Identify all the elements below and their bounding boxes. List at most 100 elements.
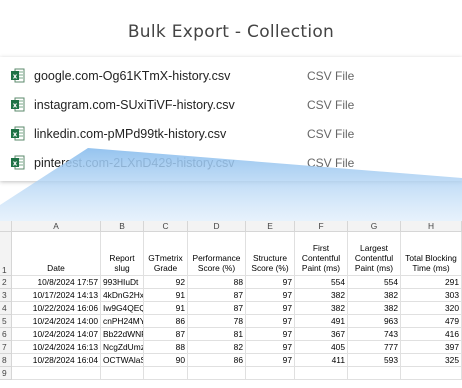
table-cell[interactable]: 382 bbox=[295, 302, 348, 315]
table-cell[interactable] bbox=[188, 367, 246, 380]
table-cell[interactable]: 10/24/2024 16:13 bbox=[12, 341, 101, 354]
table-cell[interactable]: 88 bbox=[188, 276, 246, 289]
column-header-g[interactable]: G bbox=[348, 221, 401, 232]
table-cell[interactable] bbox=[246, 367, 295, 380]
row-number[interactable]: 9 bbox=[0, 367, 12, 380]
row-number[interactable]: 5 bbox=[0, 315, 12, 328]
table-cell[interactable]: 397 bbox=[401, 341, 462, 354]
table-cell[interactable]: 97 bbox=[246, 328, 295, 341]
column-title[interactable]: First Contentful Paint (ms) bbox=[295, 232, 348, 276]
column-title[interactable]: Largest Contentful Paint (ms) bbox=[348, 232, 401, 276]
table-cell[interactable]: 10/24/2024 14:00 bbox=[12, 315, 101, 328]
excel-file-icon: x bbox=[11, 155, 25, 170]
row-number[interactable]: 2 bbox=[0, 276, 12, 289]
table-cell[interactable]: 10/8/2024 17:57 bbox=[12, 276, 101, 289]
table-cell[interactable]: 10/17/2024 14:13 bbox=[12, 289, 101, 302]
table-cell[interactable]: 382 bbox=[348, 289, 401, 302]
table-cell[interactable]: 97 bbox=[246, 276, 295, 289]
row-number[interactable]: 8 bbox=[0, 354, 12, 367]
column-title[interactable]: GTmetrix Grade bbox=[144, 232, 188, 276]
table-cell[interactable]: 81 bbox=[188, 328, 246, 341]
table-cell[interactable]: 382 bbox=[348, 302, 401, 315]
table-cell[interactable] bbox=[348, 367, 401, 380]
table-cell[interactable]: 963 bbox=[348, 315, 401, 328]
table-cell[interactable]: 97 bbox=[246, 354, 295, 367]
row-number[interactable]: 1 bbox=[0, 232, 12, 276]
table-cell[interactable]: 91 bbox=[144, 289, 188, 302]
table-cell[interactable]: 78 bbox=[188, 315, 246, 328]
column-header-a[interactable]: A bbox=[12, 221, 101, 232]
column-title[interactable]: Structure Score (%) bbox=[246, 232, 295, 276]
table-cell[interactable]: 87 bbox=[188, 302, 246, 315]
table-cell[interactable]: 10/24/2024 14:07 bbox=[12, 328, 101, 341]
row-number[interactable]: 7 bbox=[0, 341, 12, 354]
table-cell[interactable]: 320 bbox=[401, 302, 462, 315]
table-cell[interactable] bbox=[144, 367, 188, 380]
table-cell[interactable]: 416 bbox=[401, 328, 462, 341]
table-cell[interactable] bbox=[295, 367, 348, 380]
column-title[interactable]: Total Blocking Time (ms) bbox=[401, 232, 462, 276]
column-header-c[interactable]: C bbox=[144, 221, 188, 232]
table-cell[interactable]: 291 bbox=[401, 276, 462, 289]
table-cell[interactable]: 97 bbox=[246, 302, 295, 315]
table-cell[interactable]: NcgZdUmz bbox=[101, 341, 144, 354]
table-cell[interactable]: 82 bbox=[188, 341, 246, 354]
column-header-h[interactable]: H bbox=[401, 221, 462, 232]
table-cell[interactable]: 405 bbox=[295, 341, 348, 354]
table-cell[interactable] bbox=[401, 367, 462, 380]
table-cell[interactable]: 88 bbox=[144, 341, 188, 354]
table-cell[interactable]: 10/22/2024 16:06 bbox=[12, 302, 101, 315]
table-cell[interactable]: 87 bbox=[144, 328, 188, 341]
table-cell[interactable]: 97 bbox=[246, 289, 295, 302]
row-number[interactable]: 3 bbox=[0, 289, 12, 302]
file-name: pinterest.com-2LXnD429-history.csv bbox=[34, 156, 235, 170]
file-name-slug: 2LXnD429-history.csv bbox=[113, 156, 235, 170]
file-row[interactable]: x instagram.com-SUxiTiVF-history.csv CSV F… bbox=[0, 92, 462, 118]
column-header-e[interactable]: E bbox=[246, 221, 295, 232]
table-cell[interactable]: 743 bbox=[348, 328, 401, 341]
table-cell[interactable]: 554 bbox=[348, 276, 401, 289]
svg-text:x: x bbox=[13, 160, 18, 168]
table-cell[interactable]: 993HIuDt bbox=[101, 276, 144, 289]
column-title[interactable]: Report slug bbox=[101, 232, 144, 276]
spreadsheet-preview: A B C D E F G H 1 2 3 4 5 6 7 8 9 Date Report slug GTmetrix… bbox=[0, 221, 462, 388]
select-all-corner[interactable] bbox=[0, 221, 12, 232]
table-cell[interactable]: cnPH24MY bbox=[101, 315, 144, 328]
table-cell[interactable] bbox=[12, 367, 101, 380]
file-row[interactable]: x pinterest.com-2LXnD429-history.csv CSV F… bbox=[0, 150, 462, 176]
column-header-f[interactable]: F bbox=[295, 221, 348, 232]
column-title[interactable]: Date bbox=[12, 232, 101, 276]
table-cell[interactable]: 367 bbox=[295, 328, 348, 341]
table-cell[interactable]: 90 bbox=[144, 354, 188, 367]
table-cell[interactable]: 777 bbox=[348, 341, 401, 354]
table-cell[interactable]: 491 bbox=[295, 315, 348, 328]
table-cell[interactable]: 10/28/2024 16:04 bbox=[12, 354, 101, 367]
file-name-slug: SUxiTiVF-history.csv bbox=[120, 98, 235, 112]
table-cell[interactable]: 92 bbox=[144, 276, 188, 289]
column-title[interactable]: Performance Score (%) bbox=[188, 232, 246, 276]
row-number[interactable]: 6 bbox=[0, 328, 12, 341]
file-row[interactable]: x google.com-Og61KTmX-history.csv CSV File bbox=[0, 63, 462, 89]
table-cell[interactable]: OCTWAlaS bbox=[101, 354, 144, 367]
table-cell[interactable]: 593 bbox=[348, 354, 401, 367]
table-cell[interactable]: 91 bbox=[144, 302, 188, 315]
table-cell[interactable] bbox=[101, 367, 144, 380]
table-cell[interactable]: 86 bbox=[144, 315, 188, 328]
table-cell[interactable]: 554 bbox=[295, 276, 348, 289]
file-row[interactable]: x linkedin.com-pMPd99tk-history.csv CSV Fi… bbox=[0, 121, 462, 147]
column-header-b[interactable]: B bbox=[101, 221, 144, 232]
table-cell[interactable]: 86 bbox=[188, 354, 246, 367]
table-cell[interactable]: Bb22dWNF bbox=[101, 328, 144, 341]
table-cell[interactable]: 87 bbox=[188, 289, 246, 302]
column-header-d[interactable]: D bbox=[188, 221, 246, 232]
row-number[interactable]: 4 bbox=[0, 302, 12, 315]
table-cell[interactable]: 382 bbox=[295, 289, 348, 302]
table-cell[interactable]: 97 bbox=[246, 341, 295, 354]
table-cell[interactable]: 4kDnG2Hx bbox=[101, 289, 144, 302]
table-cell[interactable]: 411 bbox=[295, 354, 348, 367]
table-cell[interactable]: 479 bbox=[401, 315, 462, 328]
table-cell[interactable]: Iw9G4QEQ bbox=[101, 302, 144, 315]
table-cell[interactable]: 325 bbox=[401, 354, 462, 367]
table-cell[interactable]: 97 bbox=[246, 315, 295, 328]
table-cell[interactable]: 303 bbox=[401, 289, 462, 302]
